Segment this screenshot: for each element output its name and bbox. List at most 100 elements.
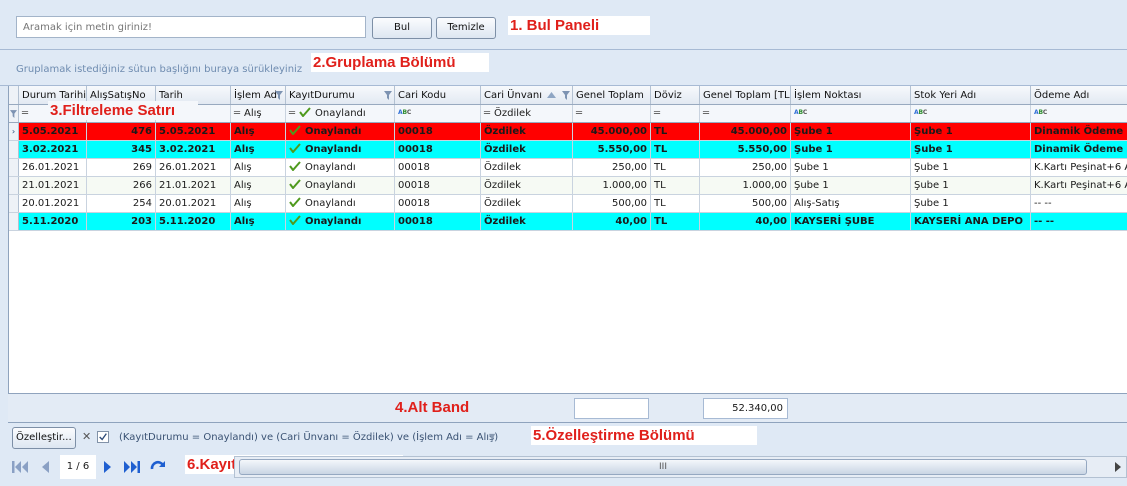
cell-genel-toplam[interactable]: 500,00: [573, 195, 651, 212]
column-header-genel-toplam-tl[interactable]: Genel Toplam [TL]: [700, 86, 791, 104]
cell-cari-kodu[interactable]: 00018: [395, 177, 481, 194]
find-button[interactable]: Bul: [372, 17, 432, 39]
filter-cell[interactable]: ═: [651, 105, 700, 122]
cell-stok-yeri-adi[interactable]: Şube 1: [911, 123, 1031, 140]
filter-cell[interactable]: ABC: [791, 105, 911, 122]
row-indicator[interactable]: [9, 213, 19, 230]
cell-islem-adi[interactable]: Alış: [231, 213, 286, 230]
column-header-kayit-durumu[interactable]: KayıtDurumu: [286, 86, 395, 104]
column-header-doviz[interactable]: Döviz: [651, 86, 700, 104]
record-count-box[interactable]: 1 / 6: [60, 455, 96, 479]
column-header-odeme-adi[interactable]: Ödeme Adı: [1031, 86, 1127, 104]
refresh-icon[interactable]: [148, 458, 168, 476]
cell-genel-toplam-tl[interactable]: 5.550,00: [700, 141, 791, 158]
scrollbar-thumb[interactable]: III: [239, 459, 1087, 475]
chevron-down-icon[interactable]: ▼: [489, 432, 495, 441]
search-input[interactable]: [16, 16, 366, 38]
column-header-stok-yeri-adi[interactable]: Stok Yeri Adı: [911, 86, 1031, 104]
cell-islem-noktasi[interactable]: Alış-Satış: [791, 195, 911, 212]
next-record-icon[interactable]: [98, 458, 118, 476]
table-row[interactable]: 5.11.2020 203 5.11.2020 Alış Onaylandı 00018 Ö…: [9, 213, 1127, 231]
cell-islem-noktasi[interactable]: Şube 1: [791, 159, 911, 176]
filter-cell[interactable]: ABC: [911, 105, 1031, 122]
cell-odeme-adi[interactable]: -- --: [1031, 195, 1127, 212]
filter-icon[interactable]: [384, 91, 392, 100]
cell-tarih[interactable]: 21.01.2021: [156, 177, 231, 194]
cell-stok-yeri-adi[interactable]: Şube 1: [911, 159, 1031, 176]
row-indicator[interactable]: [9, 177, 19, 194]
cell-tarih[interactable]: 5.11.2020: [156, 213, 231, 230]
row-indicator[interactable]: [9, 141, 19, 158]
cell-alis-satis-no[interactable]: 269: [87, 159, 156, 176]
cell-stok-yeri-adi[interactable]: Şube 1: [911, 195, 1031, 212]
cell-stok-yeri-adi[interactable]: Şube 1: [911, 177, 1031, 194]
filter-cell[interactable]: ABC: [395, 105, 481, 122]
cell-alis-satis-no[interactable]: 254: [87, 195, 156, 212]
cell-alis-satis-no[interactable]: 345: [87, 141, 156, 158]
cell-kayit-durumu[interactable]: Onaylandı: [286, 195, 395, 212]
cell-islem-adi[interactable]: Alış: [231, 123, 286, 140]
cell-kayit-durumu[interactable]: Onaylandı: [286, 141, 395, 158]
cell-cari-kodu[interactable]: 00018: [395, 213, 481, 230]
cell-odeme-adi[interactable]: K.Kartı Peşinat+6 A: [1031, 159, 1127, 176]
table-row[interactable]: 3.02.2021 345 3.02.2021 Alış Onaylandı 00018 Ö…: [9, 141, 1127, 159]
cell-alis-satis-no[interactable]: 203: [87, 213, 156, 230]
cell-durum-tarihi[interactable]: 5.05.2021: [19, 123, 87, 140]
cell-cari-unvani[interactable]: Özdilek: [481, 123, 573, 140]
cell-cari-unvani[interactable]: Özdilek: [481, 141, 573, 158]
cell-genel-toplam-tl[interactable]: 500,00: [700, 195, 791, 212]
cell-odeme-adi[interactable]: Dinamik Ödeme: [1031, 123, 1127, 140]
cell-alis-satis-no[interactable]: 266: [87, 177, 156, 194]
cell-genel-toplam[interactable]: 40,00: [573, 213, 651, 230]
cell-alis-satis-no[interactable]: 476: [87, 123, 156, 140]
cell-genel-toplam[interactable]: 1.000,00: [573, 177, 651, 194]
last-record-icon[interactable]: [122, 458, 142, 476]
table-row[interactable]: 21.01.2021 266 21.01.2021 Alış Onaylandı 0001…: [9, 177, 1127, 195]
cell-cari-unvani[interactable]: Özdilek: [481, 159, 573, 176]
prev-record-icon[interactable]: [36, 458, 56, 476]
cell-cari-kodu[interactable]: 00018: [395, 159, 481, 176]
cell-genel-toplam[interactable]: 45.000,00: [573, 123, 651, 140]
cell-islem-noktasi[interactable]: Şube 1: [791, 177, 911, 194]
cell-islem-adi[interactable]: Alış: [231, 141, 286, 158]
cell-cari-unvani[interactable]: Özdilek: [481, 177, 573, 194]
row-indicator[interactable]: [9, 195, 19, 212]
horizontal-scrollbar[interactable]: III: [234, 456, 1127, 478]
cell-genel-toplam-tl[interactable]: 250,00: [700, 159, 791, 176]
cell-durum-tarihi[interactable]: 5.11.2020: [19, 213, 87, 230]
filter-cell[interactable]: ═: [573, 105, 651, 122]
row-indicator[interactable]: ›: [9, 123, 19, 140]
table-row[interactable]: › 5.05.2021 476 5.05.2021 Alış Onaylandı 00018…: [9, 123, 1127, 141]
cell-genel-toplam-tl[interactable]: 1.000,00: [700, 177, 791, 194]
cell-doviz[interactable]: TL: [651, 213, 700, 230]
cell-stok-yeri-adi[interactable]: Şube 1: [911, 141, 1031, 158]
cell-tarih[interactable]: 5.05.2021: [156, 123, 231, 140]
filter-icon[interactable]: [275, 91, 283, 100]
cell-durum-tarihi[interactable]: 3.02.2021: [19, 141, 87, 158]
cell-durum-tarihi[interactable]: 21.01.2021: [19, 177, 87, 194]
first-record-icon[interactable]: [10, 458, 30, 476]
cell-tarih[interactable]: 26.01.2021: [156, 159, 231, 176]
filter-cell[interactable]: ═: [700, 105, 791, 122]
filter-cell-cari-unvani[interactable]: ═ Özdilek: [481, 105, 573, 122]
column-header-islem-adi[interactable]: İşlem Ad: [231, 86, 286, 104]
cell-odeme-adi[interactable]: K.Kartı Peşinat+6 A: [1031, 177, 1127, 194]
column-header-cari-kodu[interactable]: Cari Kodu: [395, 86, 481, 104]
cell-genel-toplam[interactable]: 250,00: [573, 159, 651, 176]
cell-durum-tarihi[interactable]: 26.01.2021: [19, 159, 87, 176]
cell-odeme-adi[interactable]: Dinamik Ödeme: [1031, 141, 1127, 158]
cell-kayit-durumu[interactable]: Onaylandı: [286, 159, 395, 176]
filter-expression[interactable]: (KayıtDurumu = Onaylandı) ve (Cari Ünvan…: [119, 432, 498, 443]
close-icon[interactable]: ✕: [82, 430, 91, 443]
cell-genel-toplam[interactable]: 5.550,00: [573, 141, 651, 158]
cell-tarih[interactable]: 20.01.2021: [156, 195, 231, 212]
cell-doviz[interactable]: TL: [651, 123, 700, 140]
cell-islem-noktasi[interactable]: KAYSERİ ŞUBE: [791, 213, 911, 230]
column-header-genel-toplam[interactable]: Genel Toplam: [573, 86, 651, 104]
cell-kayit-durumu[interactable]: Onaylandı: [286, 177, 395, 194]
column-header-cari-unvani[interactable]: Cari Ünvanı: [481, 86, 573, 104]
table-row[interactable]: 20.01.2021 254 20.01.2021 Alış Onaylandı 0001…: [9, 195, 1127, 213]
cell-doviz[interactable]: TL: [651, 159, 700, 176]
cell-durum-tarihi[interactable]: 20.01.2021: [19, 195, 87, 212]
cell-cari-unvani[interactable]: Özdilek: [481, 213, 573, 230]
